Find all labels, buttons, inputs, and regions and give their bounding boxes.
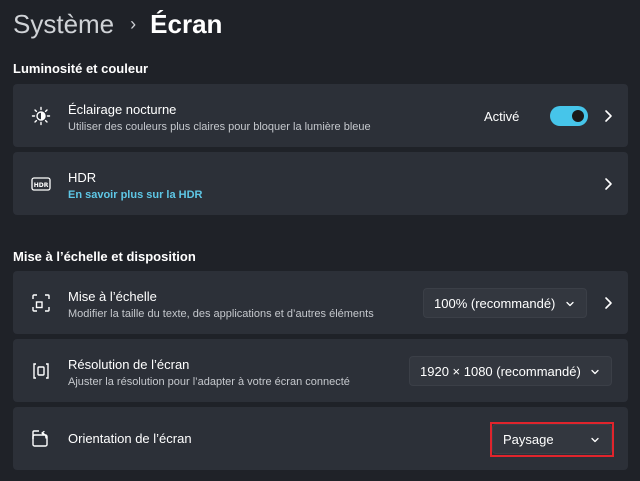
resolution-subtitle: Ajuster la résolution pour l’adapter à v… <box>68 376 350 388</box>
hdr-card[interactable]: HDR HDR En savoir plus sur la HDR <box>13 152 628 215</box>
toggle-knob <box>572 110 584 122</box>
scale-dropdown[interactable]: 100% (recommandé) <box>423 288 587 318</box>
scale-title: Mise à l’échelle <box>68 289 157 304</box>
chevron-down-icon <box>591 369 599 375</box>
resolution-card[interactable]: Résolution de l’écran Ajuster la résolut… <box>13 339 628 402</box>
chevron-right-icon[interactable] <box>600 108 616 124</box>
chevron-right-icon[interactable] <box>600 295 616 311</box>
orientation-title: Orientation de l’écran <box>68 431 192 446</box>
night-light-card[interactable]: Éclairage nocturne Utiliser des couleurs… <box>13 84 628 147</box>
night-light-title: Éclairage nocturne <box>68 102 177 117</box>
highlight-frame <box>490 422 614 457</box>
chevron-down-icon <box>566 301 574 307</box>
section-title-brightness: Luminosité et couleur <box>13 61 149 76</box>
svg-text:HDR: HDR <box>34 182 49 189</box>
section-title-scale-layout: Mise à l’échelle et disposition <box>13 249 196 264</box>
chevron-right-icon[interactable] <box>600 176 616 192</box>
hdr-title: HDR <box>68 170 97 185</box>
night-light-toggle[interactable] <box>550 106 588 126</box>
breadcrumb: Système › Écran <box>13 6 222 42</box>
brightness-icon <box>30 105 52 127</box>
resolution-icon <box>30 360 52 382</box>
resolution-dropdown[interactable]: 1920 × 1080 (recommandé) <box>409 356 612 386</box>
page-title: Écran <box>150 8 223 39</box>
resolution-dropdown-value: 1920 × 1080 (recommandé) <box>420 363 581 379</box>
orientation-icon <box>30 428 52 450</box>
breadcrumb-separator: › <box>130 13 137 34</box>
scale-icon <box>30 292 52 314</box>
night-light-status: Activé <box>484 109 520 124</box>
breadcrumb-parent[interactable]: Système <box>13 9 114 40</box>
night-light-subtitle: Utiliser des couleurs plus claires pour … <box>68 121 371 133</box>
hdr-icon: HDR <box>30 173 52 195</box>
resolution-title: Résolution de l’écran <box>68 357 190 372</box>
scale-dropdown-value: 100% (recommandé) <box>434 295 556 311</box>
scale-subtitle: Modifier la taille du texte, des applica… <box>68 308 374 320</box>
hdr-learn-more-link[interactable]: En savoir plus sur la HDR <box>68 189 202 201</box>
scale-card[interactable]: Mise à l’échelle Modifier la taille du t… <box>13 271 628 334</box>
